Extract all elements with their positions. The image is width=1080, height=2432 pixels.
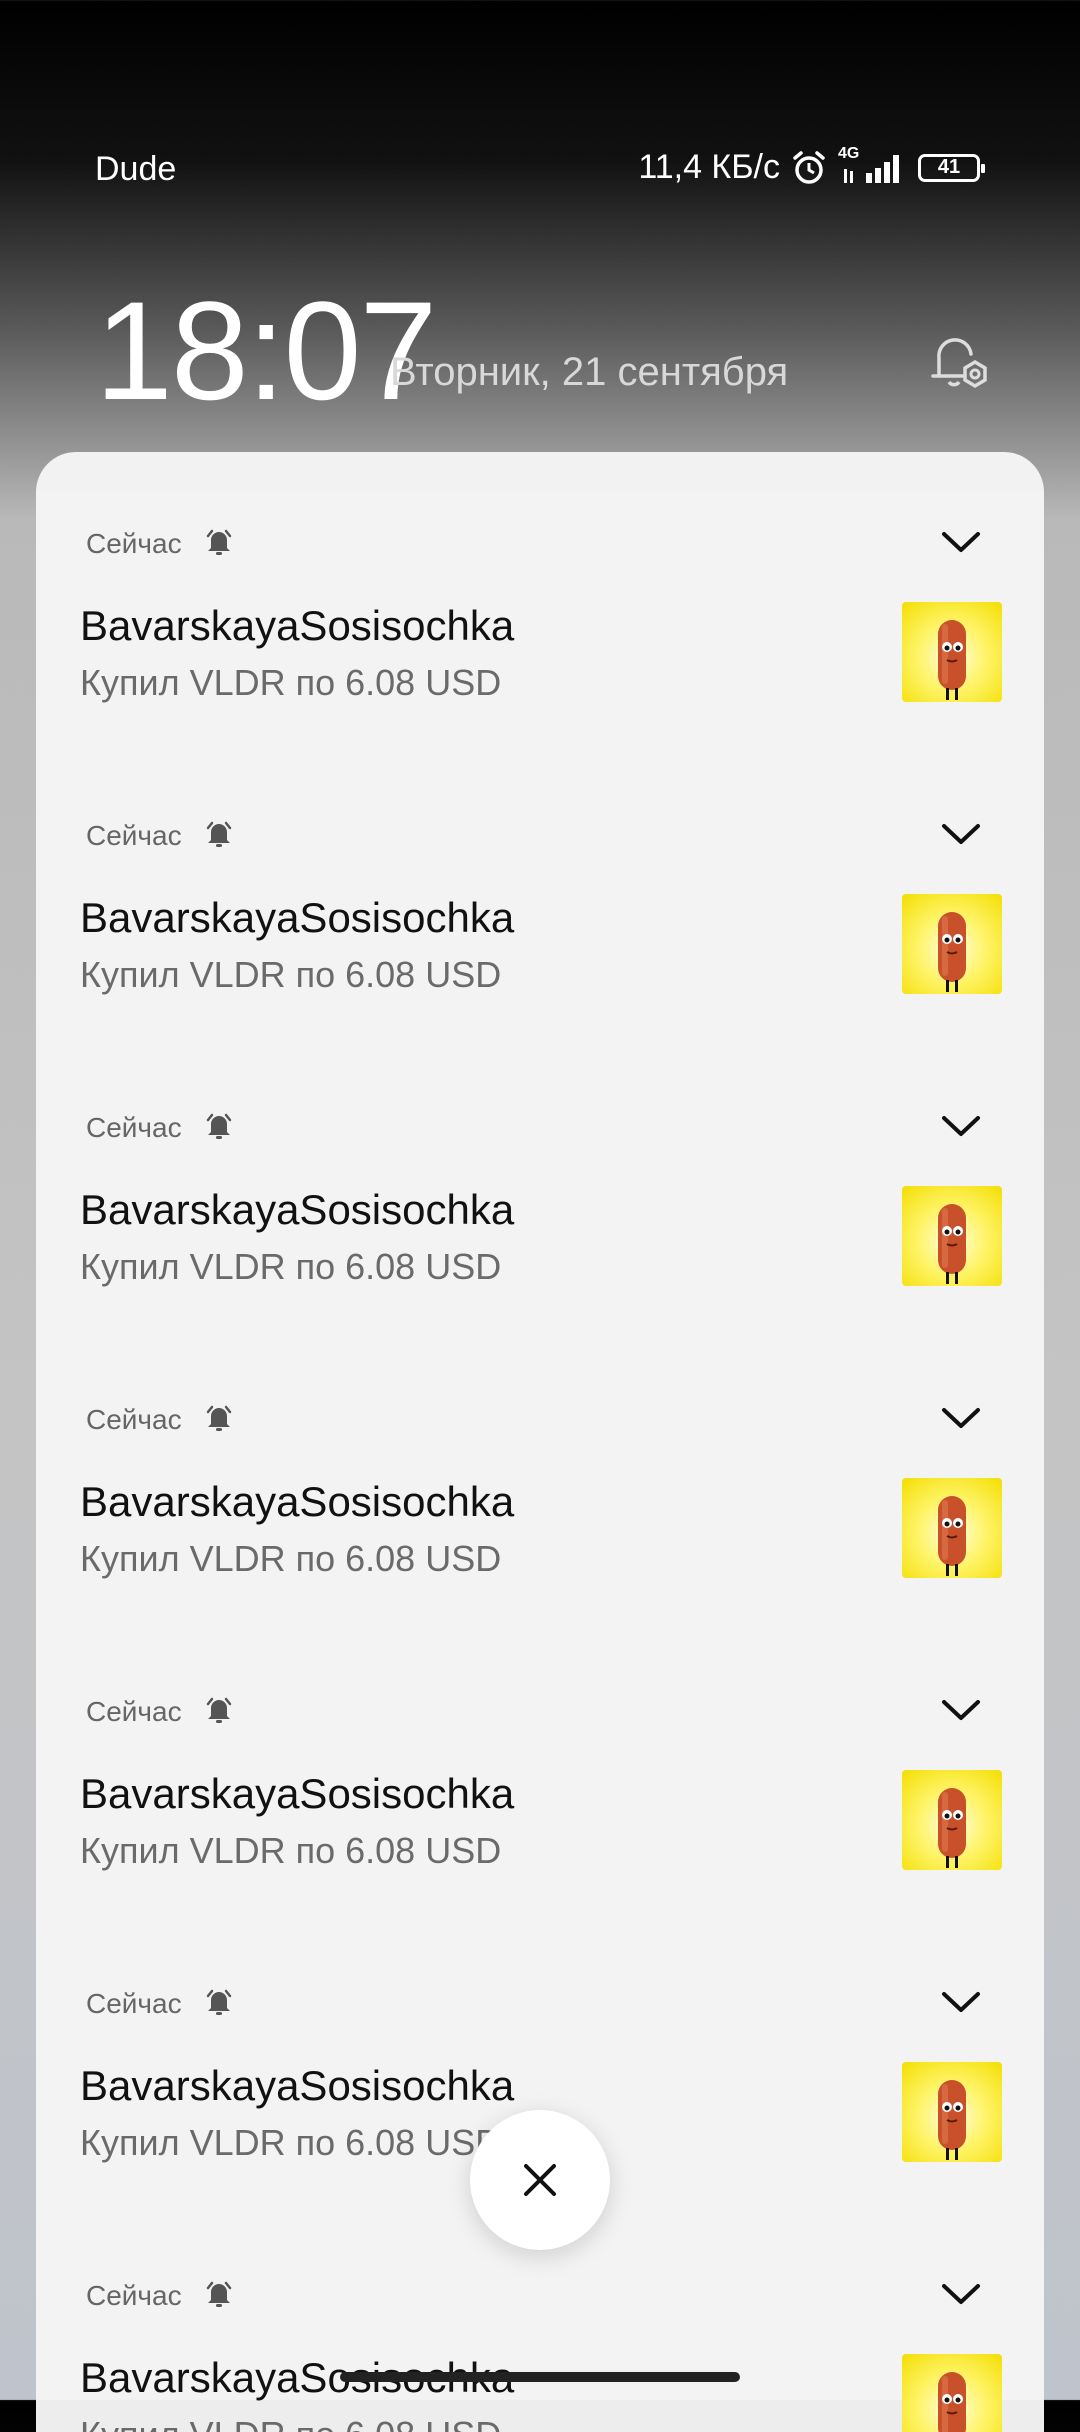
battery-icon: 41 <box>918 153 985 182</box>
notification-card[interactable]: Сейчас BavarskayaSosisochka Купил VLDR п… <box>36 1620 1044 1912</box>
chevron-down-icon[interactable] <box>936 1982 986 2022</box>
notification-title: BavarskayaSosisochka <box>80 2062 515 2109</box>
notification-settings-icon[interactable] <box>925 330 995 400</box>
notification-card[interactable]: Сейчас BavarskayaSosisochka Купил VLDR п… <box>36 1036 1044 1328</box>
sausage-avatar-icon <box>902 894 1002 994</box>
chevron-down-icon[interactable] <box>936 1398 986 1438</box>
status-bar: Dude 11,4 КБ/с 4G 41 <box>0 130 1080 210</box>
network-speed: 11,4 КБ/с <box>638 148 780 186</box>
notification-body: Купил VLDR по 6.08 USD <box>80 1246 502 1287</box>
chevron-down-icon[interactable] <box>936 1106 986 1146</box>
notification-card[interactable]: Сейчас BavarskayaSosisochka Купил VLDR п… <box>36 744 1044 1036</box>
notification-card[interactable]: Сейчас BavarskayaSosisochka Купил VLDR п… <box>36 1328 1044 1620</box>
notification-time: Сейчас <box>86 1404 182 1435</box>
notification-title: BavarskayaSosisochka <box>80 894 515 941</box>
notification-title: BavarskayaSosisochka <box>80 1478 515 1525</box>
sausage-avatar-icon <box>902 2354 1002 2432</box>
bell-icon <box>206 528 232 556</box>
sausage-avatar-icon <box>902 1478 1002 1578</box>
notification-time: Сейчас <box>86 528 182 559</box>
sausage-avatar-icon <box>902 1186 1002 1286</box>
chevron-down-icon[interactable] <box>936 2274 986 2314</box>
lock-clock: 18:07 <box>95 272 437 429</box>
chevron-down-icon[interactable] <box>936 1690 986 1730</box>
home-indicator[interactable] <box>340 2372 740 2382</box>
sausage-avatar-icon <box>902 1770 1002 1870</box>
signal-icon: 4G <box>838 145 908 187</box>
bell-icon <box>206 1112 232 1140</box>
notification-body: Купил VLDR по 6.08 USD <box>80 2414 501 2432</box>
bell-icon <box>206 1696 232 1724</box>
lock-header: 18:07 Вторник, 21 сентября <box>95 270 995 429</box>
bell-icon <box>206 1404 232 1432</box>
notification-time: Сейчас <box>86 1696 182 1727</box>
battery-level: 41 <box>937 156 961 178</box>
close-icon <box>524 2164 556 2196</box>
lock-date: Вторник, 21 сентября <box>390 350 789 394</box>
notification-time: Сейчас <box>86 1112 182 1143</box>
chevron-down-icon[interactable] <box>936 522 986 562</box>
sausage-avatar-icon <box>902 602 1002 702</box>
clear-all-button[interactable] <box>470 2110 610 2250</box>
notification-body: Купил VLDR по 6.08 USD <box>80 954 502 995</box>
notification-body: Купил VLDR по 6.08 USD <box>80 1538 502 1579</box>
notification-body: Купил VLDR по 6.08 USD <box>80 2122 502 2163</box>
notification-title: BavarskayaSosisochka <box>80 1770 515 1817</box>
carrier-name: Dude <box>95 150 177 188</box>
alarm-clock-icon <box>790 149 828 187</box>
notification-body: Купил VLDR по 6.08 USD <box>80 662 502 703</box>
notification-title: BavarskayaSosisochka <box>80 1186 515 1233</box>
notification-time: Сейчас <box>86 1988 182 2019</box>
notification-title: BavarskayaSosisochka <box>80 602 515 649</box>
bell-icon <box>206 820 232 848</box>
notification-card[interactable]: Сейчас BavarskayaSosisochka Купил VLDR п… <box>36 452 1044 744</box>
notification-time: Сейчас <box>86 2280 182 2311</box>
chevron-down-icon[interactable] <box>936 814 986 854</box>
sausage-avatar-icon <box>902 2062 1002 2162</box>
bell-icon <box>206 1988 232 2016</box>
status-indicators: 11,4 КБ/с 4G 41 <box>638 145 985 187</box>
bell-icon <box>206 2280 232 2308</box>
notification-time: Сейчас <box>86 820 182 851</box>
notification-body: Купил VLDR по 6.08 USD <box>80 1830 502 1871</box>
